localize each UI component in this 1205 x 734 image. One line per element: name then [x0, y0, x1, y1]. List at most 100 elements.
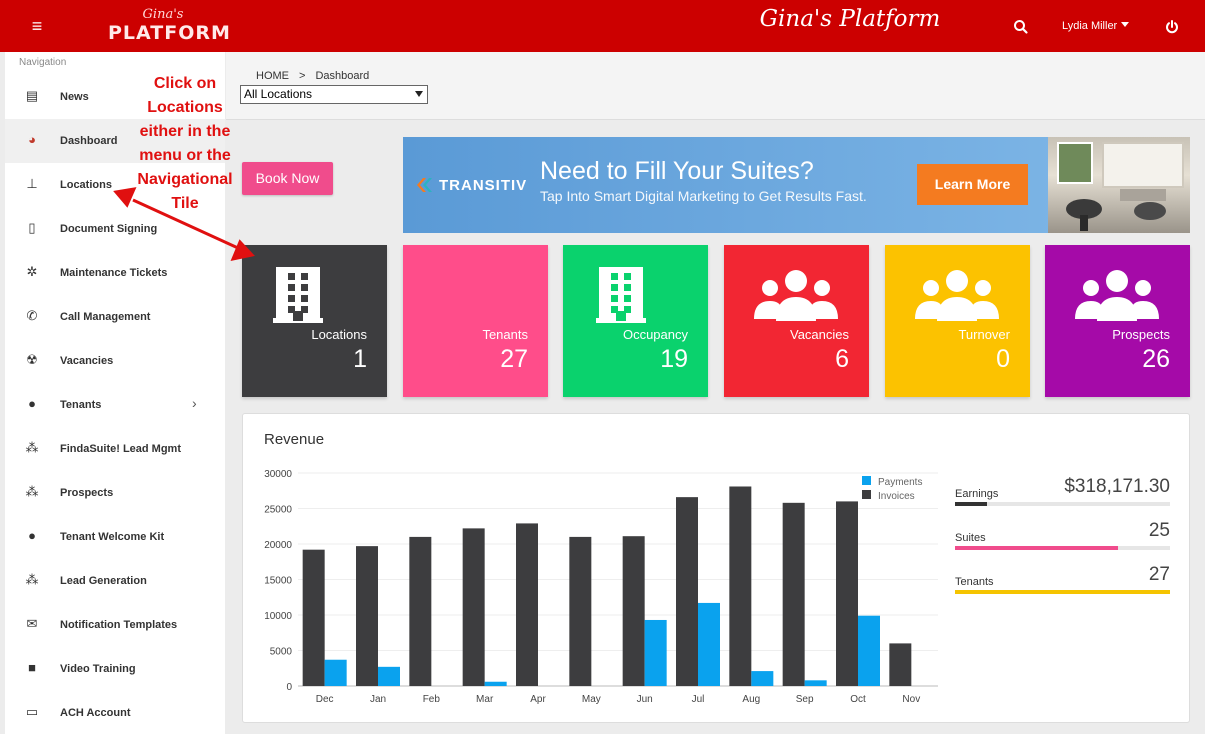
- learn-more-button[interactable]: Learn More: [917, 164, 1028, 205]
- sidebar-item-video-training[interactable]: ■ Video Training: [5, 647, 225, 691]
- sidebar-item-notification-templates[interactable]: ✉ Notification Templates: [5, 603, 225, 647]
- annotation-text: Click on Locations either in the menu or…: [137, 75, 233, 212]
- stat-value: $318,171.30: [1064, 476, 1170, 497]
- tile-value: 1: [353, 345, 367, 373]
- legend-swatch: [862, 490, 871, 499]
- phone-icon: ✆: [26, 308, 38, 323]
- x-tick-label: Feb: [423, 694, 441, 705]
- bar-invoices: [836, 501, 858, 686]
- search-icon[interactable]: [1012, 18, 1030, 36]
- ad-banner[interactable]: TRANSITIV Need to Fill Your Suites? Tap …: [403, 137, 1190, 233]
- bar-invoices: [622, 536, 645, 686]
- stat-label: Suites: [955, 532, 986, 544]
- tile-label: Turnover: [958, 327, 1010, 342]
- sidebar-item-tenants[interactable]: ● Tenants ›: [5, 383, 225, 427]
- tile-locations[interactable]: Locations 1: [242, 245, 387, 397]
- stat-label: Tenants: [955, 576, 994, 588]
- tile-tenants[interactable]: Tenants 27: [403, 245, 548, 397]
- sidebar-item-label: Lead Generation: [60, 575, 147, 587]
- power-icon[interactable]: [1164, 19, 1180, 35]
- user-icon: ●: [28, 528, 36, 543]
- sidebar-item-findasuite-lead-mgmt[interactable]: ⁂ FindaSuite! Lead Mgmt: [5, 427, 225, 471]
- bar-payments: [378, 666, 400, 686]
- tile-label: Vacancies: [789, 327, 849, 342]
- sidebar-item-label: Tenant Welcome Kit: [60, 531, 165, 543]
- sidebar-item-maintenance-tickets[interactable]: ✲ Maintenance Tickets: [5, 251, 225, 295]
- sidebar-item-label: Locations: [60, 179, 112, 191]
- banner-headline: Need to Fill Your Suites?: [540, 157, 814, 185]
- stat-progress-fill: [955, 590, 1170, 594]
- breadcrumb-home[interactable]: HOME: [256, 70, 289, 82]
- gears-icon: ✲: [26, 264, 38, 279]
- sidebar-item-label: Notification Templates: [60, 619, 178, 631]
- tile-occupancy[interactable]: Occupancy 19: [563, 245, 708, 397]
- sidebar-item-tenant-welcome-kit[interactable]: ● Tenant Welcome Kit: [5, 515, 225, 559]
- app-title: Gina's Platform: [759, 6, 941, 32]
- sidebar-item-label: Maintenance Tickets: [60, 267, 168, 279]
- users-icon: [754, 270, 838, 321]
- banner-subline: Tap Into Smart Digital Marketing to Get …: [540, 188, 867, 204]
- revenue-chart: 0 5000 10000 15000 20000 25000 30000 Dec Jan Feb M…: [264, 469, 938, 705]
- stat-progress-bar: [955, 502, 1170, 506]
- sidebar-item-label: Document Signing: [60, 223, 158, 235]
- users-icon: [1075, 270, 1159, 321]
- x-tick-label: Sep: [796, 694, 814, 705]
- stat-suites: Suites 25: [955, 520, 1170, 550]
- breadcrumb-current: Dashboard: [315, 70, 370, 82]
- tile-label: Tenants: [482, 327, 528, 342]
- location-select[interactable]: All Locations: [240, 85, 428, 104]
- x-tick-label: Apr: [530, 694, 546, 705]
- money-icon: ▭: [25, 704, 39, 719]
- sidebar-item-vacancies[interactable]: ☢ Vacancies: [5, 339, 225, 383]
- video-icon: ■: [28, 660, 36, 675]
- bar-payments: [484, 681, 507, 686]
- bar-invoices: [516, 523, 538, 686]
- book-now-button[interactable]: Book Now: [242, 162, 333, 195]
- tile-prospects[interactable]: Prospects 26: [1045, 245, 1190, 397]
- y-tick-label: 25000: [264, 505, 292, 516]
- sidebar-item-label: Call Management: [60, 311, 151, 323]
- gauge-icon: ◕: [28, 132, 36, 147]
- chevron-down-icon: [1121, 22, 1130, 27]
- stat-tenants: Tenants 27: [955, 564, 1170, 594]
- x-tick-label: Jul: [692, 694, 705, 705]
- tile-turnover[interactable]: Turnover 0: [885, 245, 1030, 397]
- bar-invoices: [462, 528, 485, 686]
- bar-payments: [698, 602, 720, 686]
- stat-progress-fill: [955, 502, 988, 506]
- chevron-down-icon: [415, 91, 423, 97]
- sidebar-item-prospects[interactable]: ⁂ Prospects: [5, 471, 225, 515]
- bar-payments: [644, 619, 667, 686]
- user-name: Lydia Miller: [1062, 20, 1118, 32]
- bar-invoices: [302, 549, 325, 686]
- radiation-icon: ☢: [26, 352, 38, 367]
- bar-payments: [804, 680, 827, 686]
- stat-value: 27: [1148, 564, 1170, 585]
- stat-progress-fill: [955, 546, 1119, 550]
- stat-progress-bar: [955, 546, 1170, 550]
- legend-label: Invoices: [878, 491, 915, 502]
- x-tick-label: Mar: [476, 694, 494, 705]
- sidebar-item-label: Tenants: [60, 399, 102, 411]
- x-tick-label: Jun: [637, 694, 653, 705]
- x-tick-label: Aug: [742, 694, 760, 705]
- user-icon: ●: [28, 396, 36, 411]
- sidebar-item-label: News: [60, 91, 89, 103]
- sidebar-item-ach-account[interactable]: ▭ ACH Account: [5, 691, 225, 734]
- tile-value: 6: [835, 345, 849, 373]
- legend-label: Payments: [878, 477, 922, 488]
- tile-label: Prospects: [1112, 327, 1170, 342]
- hamburger-menu-icon[interactable]: ≡: [27, 16, 47, 36]
- sidebar-item-lead-generation[interactable]: ⁂ Lead Generation: [5, 559, 225, 603]
- sidebar-item-call-management[interactable]: ✆ Call Management: [5, 295, 225, 339]
- tile-value: 0: [996, 345, 1010, 373]
- tile-vacancies[interactable]: Vacancies 6: [724, 245, 869, 397]
- location-select-value: All Locations: [244, 87, 313, 101]
- user-menu[interactable]: Lydia Miller: [1062, 20, 1130, 32]
- platform-logo[interactable]: Gina's PLATFORM: [108, 7, 230, 48]
- x-tick-label: Dec: [316, 694, 334, 705]
- logo-script-text: Gina's: [142, 7, 184, 22]
- top-bar: ≡ Gina's PLATFORM Gina's Platform Lydia …: [0, 0, 1205, 52]
- bar-payments: [324, 659, 347, 686]
- bar-invoices: [889, 643, 912, 686]
